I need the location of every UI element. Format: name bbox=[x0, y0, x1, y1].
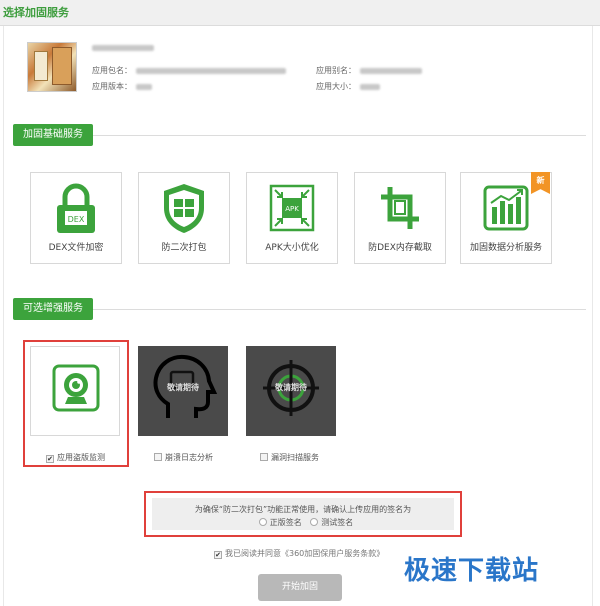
radio-label: 正版签名 bbox=[269, 518, 302, 527]
option-check-piracy-monitor[interactable]: ✔ 应用盗版监测 bbox=[46, 452, 105, 464]
service-card-label: 防DEX内存截取 bbox=[368, 243, 432, 253]
lock-icon: DEX bbox=[57, 183, 95, 233]
app-alias-row: 应用别名： bbox=[316, 65, 422, 77]
service-card-label: APK大小优化 bbox=[265, 243, 319, 253]
app-size-label: 应用大小： bbox=[316, 82, 356, 91]
checkbox-unchecked[interactable] bbox=[260, 453, 268, 461]
svg-text:DEX: DEX bbox=[68, 215, 85, 224]
app-package-row: 应用包名： bbox=[92, 65, 286, 77]
option-card-vuln-scan: 敬请期待 bbox=[246, 346, 336, 436]
chart-icon bbox=[483, 185, 529, 231]
crop-icon bbox=[381, 187, 419, 229]
signature-notice-text: 为确保“防二次打包”功能正常使用，请确认上传应用的签名为 bbox=[194, 505, 412, 514]
coming-soon-overlay: 敬请期待 bbox=[167, 383, 199, 392]
service-card-apk-optimize[interactable]: APK APK大小优化 bbox=[246, 172, 338, 264]
service-card-label: 加固数据分析服务 bbox=[469, 243, 542, 253]
agreement-row[interactable]: ✔ 我已阅读并同意《360加固保用户服务条款》 bbox=[214, 548, 384, 559]
service-card-dex-memory[interactable]: 防DEX内存截取 bbox=[354, 172, 446, 264]
option-label: 应用盗版监测 bbox=[57, 453, 105, 462]
checkbox-checked[interactable]: ✔ bbox=[46, 455, 54, 463]
option-label: 漏洞扫描服务 bbox=[271, 453, 319, 462]
signature-radio-group: 正版签名 测试签名 bbox=[152, 517, 454, 528]
app-size-row: 应用大小： bbox=[316, 81, 380, 93]
option-check-vuln-scan[interactable]: 漏洞扫描服务 bbox=[260, 452, 319, 464]
signature-notice: 为确保“防二次打包”功能正常使用，请确认上传应用的签名为 正版签名 测试签名 bbox=[152, 498, 454, 530]
coming-soon-overlay: 敬请期待 bbox=[275, 383, 307, 392]
radio-test-signature[interactable] bbox=[310, 518, 319, 526]
agreement-text: 我已阅读并同意《360加固保用户服务条款》 bbox=[225, 549, 385, 558]
checkbox-unchecked[interactable] bbox=[154, 453, 162, 461]
service-card-anti-repack[interactable]: 防二次打包 bbox=[138, 172, 230, 264]
camera-icon bbox=[52, 364, 100, 412]
app-version-row: 应用版本： bbox=[92, 81, 152, 93]
option-label: 崩溃日志分析 bbox=[165, 453, 213, 462]
basic-services-title: 加固基础服务 bbox=[13, 124, 93, 146]
shield-icon bbox=[164, 184, 204, 233]
app-thumbnail bbox=[27, 42, 77, 92]
svg-text:APK: APK bbox=[285, 205, 299, 213]
watermark-logo: 极速下载站 bbox=[404, 548, 539, 588]
start-hardening-button[interactable]: 开始加固 bbox=[258, 574, 342, 601]
apk-compress-icon: APK bbox=[269, 184, 315, 232]
app-package-label: 应用包名： bbox=[92, 66, 132, 75]
optional-services-header: 可选增强服务 bbox=[13, 298, 586, 320]
option-check-crash-log[interactable]: 崩溃日志分析 bbox=[154, 452, 213, 464]
app-alias-label: 应用别名： bbox=[316, 66, 356, 75]
radio-official-signature[interactable] bbox=[258, 518, 267, 526]
optional-services-title: 可选增强服务 bbox=[13, 298, 93, 320]
watermark-text: 极速下载站 bbox=[404, 555, 540, 586]
option-card-crash-log: 敬请期待 bbox=[138, 346, 228, 436]
radio-label: 测试签名 bbox=[321, 518, 354, 527]
agreement-checkbox[interactable]: ✔ bbox=[214, 551, 222, 559]
app-name bbox=[92, 43, 154, 52]
app-version-label: 应用版本： bbox=[92, 82, 132, 91]
option-card-piracy-monitor[interactable] bbox=[30, 346, 120, 436]
basic-services-header: 加固基础服务 bbox=[13, 124, 586, 146]
page-title: 选择加固服务 bbox=[0, 0, 600, 26]
service-card-label: 防二次打包 bbox=[161, 243, 207, 253]
service-card-label: DEX文件加密 bbox=[48, 243, 104, 253]
service-card-dex-encrypt[interactable]: DEX DEX文件加密 bbox=[30, 172, 122, 264]
